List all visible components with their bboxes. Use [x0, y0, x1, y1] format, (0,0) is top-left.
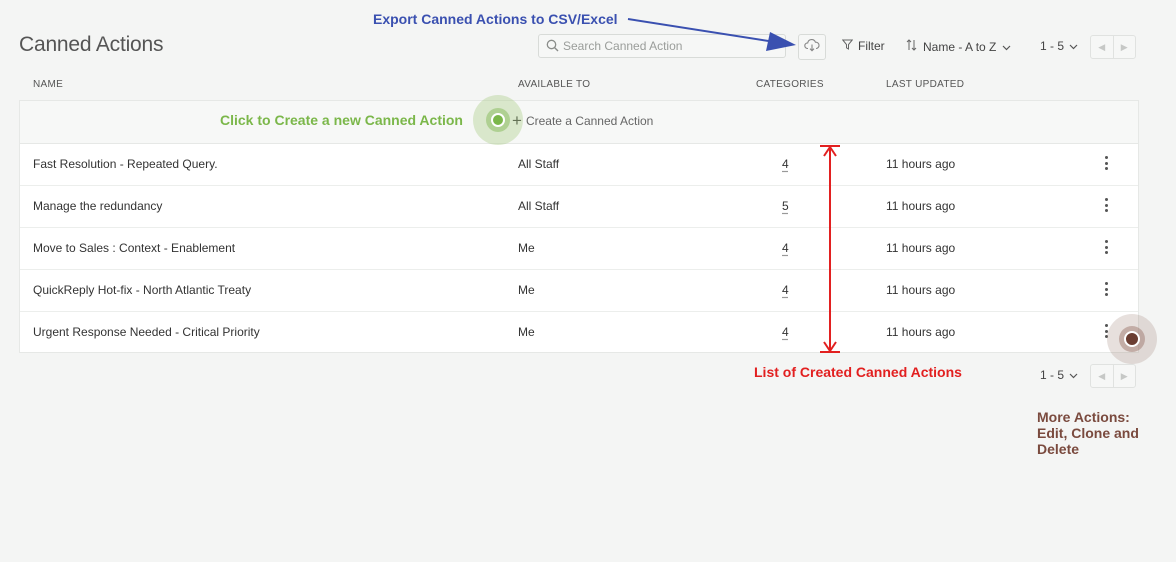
annotation-more-line3: Delete [1037, 441, 1080, 457]
annotation-create: Click to Create a new Canned Action [220, 112, 463, 128]
annotation-more-actions: More Actions: Edit, Clone and Delete [1037, 409, 1167, 457]
annotation-list: List of Created Canned Actions [754, 364, 962, 380]
annotation-more-line1: More Actions: [1037, 409, 1130, 425]
annotation-more-line2: Edit, Clone and [1037, 425, 1139, 441]
hotspot-more-actions [1107, 314, 1157, 364]
annotation-arrows [627, 18, 840, 353]
hotspot-create [473, 95, 523, 145]
